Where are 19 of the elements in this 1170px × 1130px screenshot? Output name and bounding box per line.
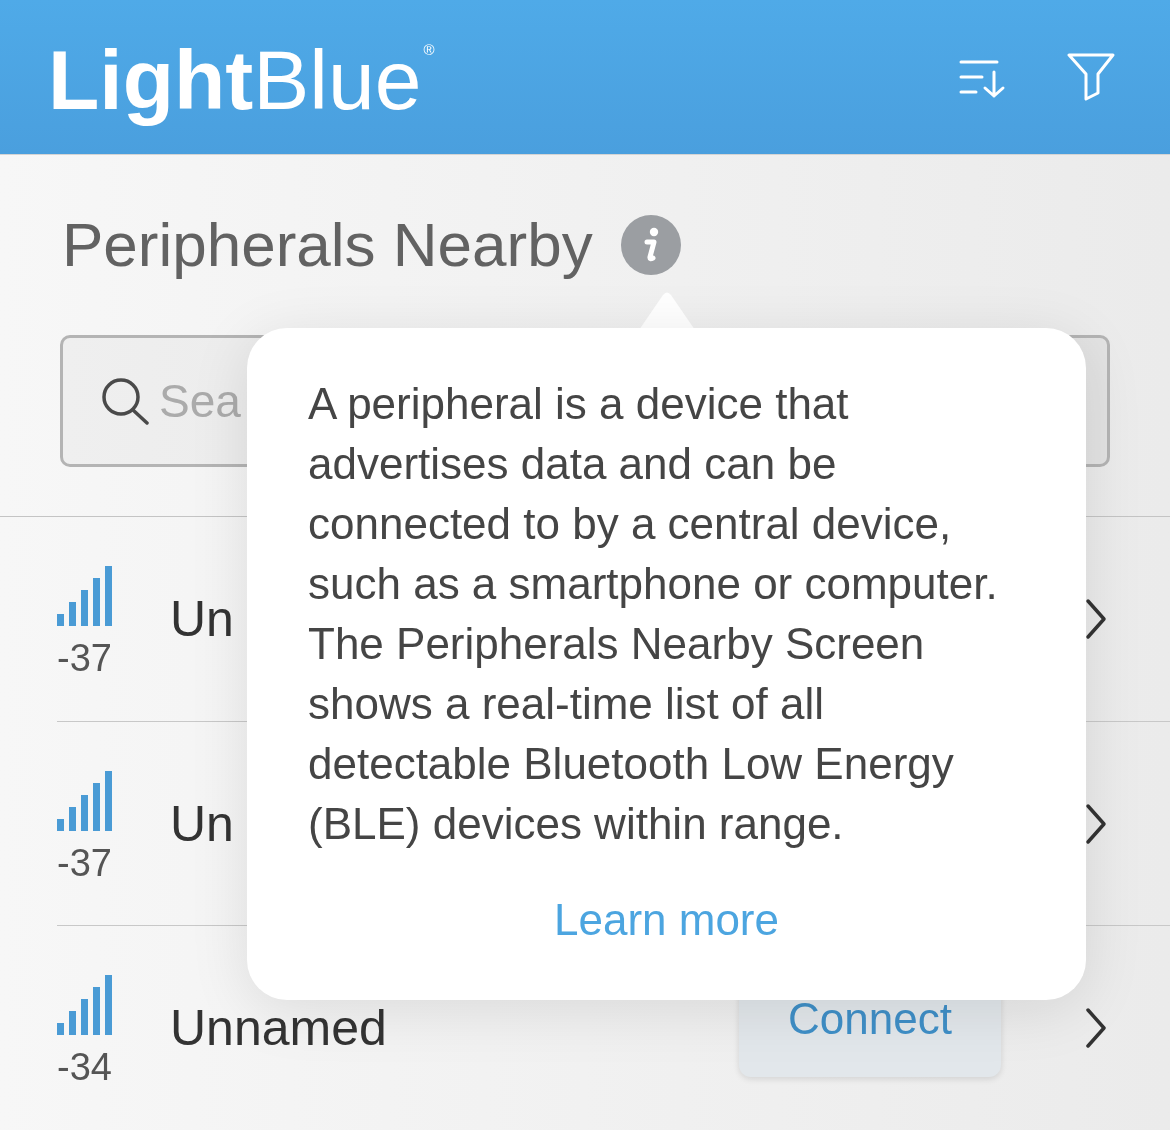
filter-icon[interactable] — [1066, 53, 1116, 101]
device-name: Un — [170, 794, 234, 854]
info-icon[interactable] — [620, 215, 681, 275]
signal-strength-icon — [57, 566, 112, 626]
device-name: Unnamed — [170, 998, 387, 1058]
sort-icon[interactable] — [958, 59, 1006, 99]
learn-more-link[interactable]: Learn more — [554, 890, 779, 950]
signal-strength-icon — [57, 770, 112, 831]
popover-text: A peripheral is a device that advertises data and can be connected to by a central device, such as a smartphone or computer. The Peripherals Nearby Screen shows a real-time list of all detectable Bluetooth Low Energy (BLE) devices within range. — [308, 378, 999, 850]
chevron-right-icon — [1085, 802, 1107, 845]
search-icon — [101, 377, 151, 425]
rssi-value: -37 — [57, 840, 112, 885]
rssi-value: -37 — [57, 636, 112, 680]
device-name: Un — [170, 590, 234, 649]
signal-strength-icon — [57, 974, 112, 1035]
chevron-right-icon — [1085, 598, 1107, 640]
rssi-value: -34 — [57, 1044, 112, 1089]
chevron-right-icon — [1085, 1006, 1107, 1049]
section-title: Peripherals Nearby — [62, 210, 593, 280]
